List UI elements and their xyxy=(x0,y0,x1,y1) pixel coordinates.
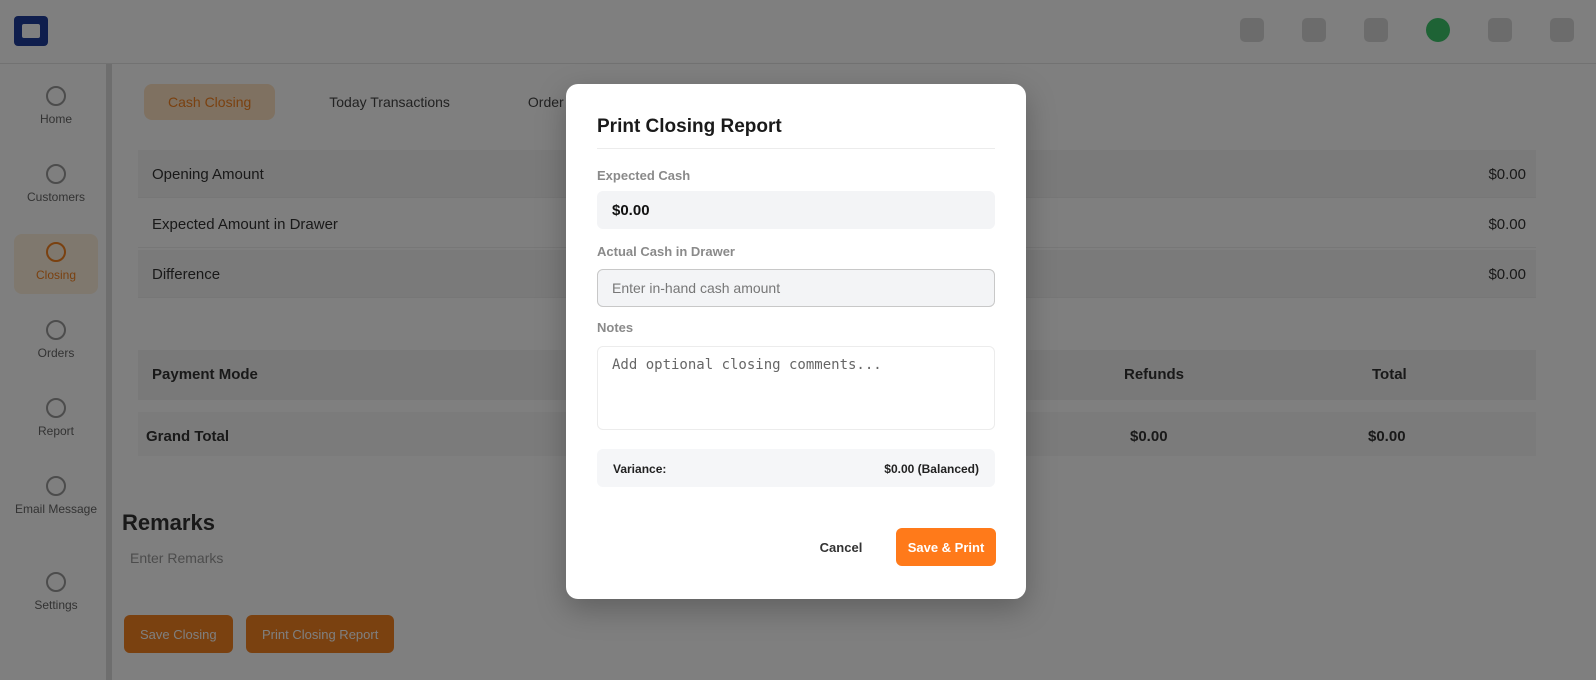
expected-cash-label: Expected Cash xyxy=(597,168,691,183)
variance-box: Variance: $0.00 (Balanced) xyxy=(597,449,995,487)
variance-label: Variance: xyxy=(613,462,667,476)
notes-textarea[interactable] xyxy=(597,346,995,430)
divider xyxy=(597,148,995,149)
notes-label: Notes xyxy=(597,320,634,335)
expected-cash-box: $0.00 xyxy=(597,191,995,229)
cancel-button[interactable]: Cancel xyxy=(806,528,876,566)
expected-cash-value: $0.00 xyxy=(612,202,650,219)
actual-cash-input[interactable] xyxy=(597,269,995,307)
save-and-print-button[interactable]: Save & Print xyxy=(896,528,996,566)
variance-value: $0.00 (Balanced) xyxy=(884,462,979,476)
print-closing-report-dialog: Print Closing Report Expected Cash $0.00… xyxy=(566,84,1026,599)
dialog-title: Print Closing Report xyxy=(597,116,782,137)
actual-cash-label: Actual Cash in Drawer xyxy=(597,244,735,259)
